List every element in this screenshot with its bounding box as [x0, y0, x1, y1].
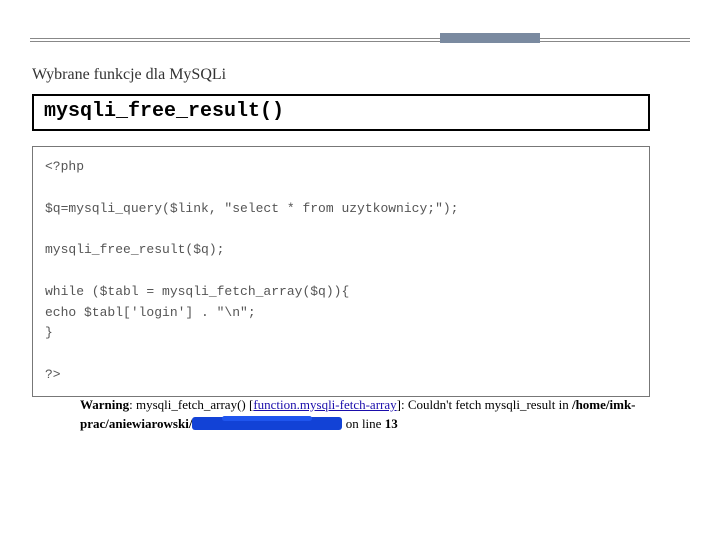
- warning-doc-link[interactable]: function.mysqli-fetch-array: [253, 397, 396, 412]
- redacted-path: [192, 417, 342, 430]
- header-rule: [30, 34, 690, 44]
- section-subtitle: Wybrane funkcje dla MySQLi: [32, 66, 226, 84]
- header-rule-line: [30, 38, 690, 42]
- function-name-box: mysqli_free_result(): [32, 94, 650, 131]
- code-example: <?php $q=mysqli_query($link, "select * f…: [32, 146, 650, 397]
- slide: Wybrane funkcje dla MySQLi mysqli_free_r…: [0, 0, 720, 540]
- warning-line: 13: [385, 416, 398, 431]
- warning-msg-before: : Couldn't fetch mysqli_result in: [401, 397, 572, 412]
- warning-msg-after: on line: [342, 416, 384, 431]
- warning-label: Warning: [80, 397, 129, 412]
- php-warning: Warning: mysqli_fetch_array() [function.…: [80, 396, 680, 434]
- warning-function: mysqli_fetch_array(): [136, 397, 246, 412]
- header-rule-accent: [440, 33, 540, 43]
